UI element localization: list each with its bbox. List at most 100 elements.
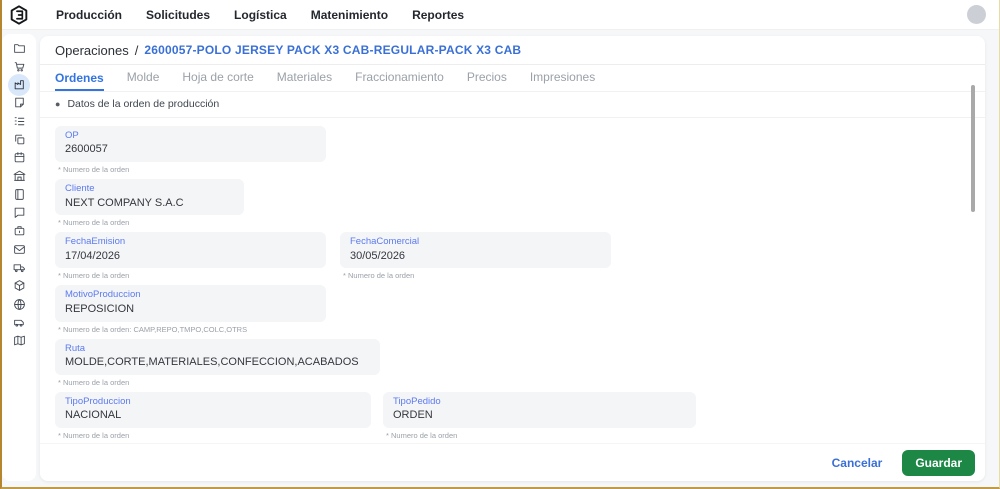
section-header: ● Datos de la orden de producción [40,92,985,118]
nav-item-reportes[interactable]: Reportes [412,8,464,22]
bullet-icon: ● [55,98,61,109]
sidebar-item-van[interactable] [8,313,31,331]
field-helper: * Numero de la orden [58,165,130,175]
sidebar-item-journal[interactable] [8,185,31,203]
sidebar-item-truck[interactable] [8,258,31,276]
sidebar-item-bank[interactable] [8,167,31,185]
cart-icon [13,60,26,73]
field-block-op: OP 2600057 * Numero de la orden [55,126,326,174]
field-block-fechacomercial: FechaComercial 30/05/2026 * Numero de la o… [340,232,611,280]
field-label: FechaEmision [65,236,126,248]
field-block-cliente: Cliente NEXT COMPANY S.A.C * Numero de la … [55,179,244,227]
message-icon [13,206,26,219]
scrollbar-thumb[interactable] [971,85,975,212]
save-button[interactable]: Guardar [902,449,975,476]
field-label: TipoPedido [393,395,441,407]
form-row: OP 2600057 * Numero de la orden [55,126,970,179]
sidebar-item-factory[interactable] [8,73,30,96]
field-motivoproduccion[interactable]: MotivoProduccion REPOSICION [55,285,326,322]
sidebar-item-mail[interactable] [8,240,31,258]
sidebar-item-note[interactable] [8,94,31,112]
breadcrumb-section[interactable]: Operaciones [55,43,129,58]
form-row: TipoProduccion NACIONAL * Numero de la ord… [55,391,970,445]
tab-ordenes[interactable]: Ordenes [55,71,104,91]
field-value: REPOSICION [65,302,135,315]
hexagon-logo-icon [9,4,29,25]
field-block-fechaemision: FechaEmision 17/04/2026 * Numero de la ord… [55,232,326,280]
section-title: Datos de la orden de producción [67,98,220,110]
nav-item-produccion[interactable]: Producción [56,8,122,22]
sidebar-item-cart[interactable] [8,57,31,75]
copy-icon [13,133,26,146]
tab-precios[interactable]: Precios [467,70,507,91]
truck-icon [13,261,26,274]
field-helper: * Numero de la orden [58,271,130,281]
user-avatar[interactable] [967,5,986,24]
field-value: 30/05/2026 [350,249,406,262]
folder-icon [13,42,26,55]
app-logo[interactable] [9,4,29,25]
nav-item-logistica[interactable]: Logística [234,8,287,22]
field-helper: * Numero de la orden [58,377,130,387]
field-block-tipopedido: TipoPedido ORDEN * Numero de la orden [383,391,696,440]
breadcrumb-separator: / [134,42,139,58]
sidebar-item-briefcase-lock[interactable] [8,222,31,240]
calendar-icon [13,151,26,164]
note-icon [13,96,26,109]
field-cliente[interactable]: Cliente NEXT COMPANY S.A.C [55,179,244,216]
nav-item-matenimiento[interactable]: Matenimiento [311,8,388,22]
field-value: NACIONAL [65,409,122,422]
breadcrumb-current-order[interactable]: 2600057-POLO JERSEY PACK X3 CAB-REGULAR-… [144,43,521,57]
breadcrumb: Operaciones / 2600057-POLO JERSEY PACK X… [40,36,985,65]
tab-hoja-de-corte[interactable]: Hoja de corte [182,70,253,91]
field-ruta[interactable]: Ruta MOLDE,CORTE,MATERIALES,CONFECCION,AC… [55,338,380,375]
field-op[interactable]: OP 2600057 [55,126,326,163]
globe-icon [13,298,26,311]
field-helper: * Numero de la orden [343,271,415,281]
sidebar [2,34,36,481]
sidebar-item-folder[interactable] [8,39,31,57]
factory-icon [13,78,26,91]
field-helper: * Numero de la orden [58,218,130,228]
field-value: NEXT COMPANY S.A.C [65,196,184,209]
field-fechaemision[interactable]: FechaEmision 17/04/2026 [55,232,326,269]
topbar: Producción Solicitudes Logística Matenimien… [0,0,1000,30]
field-block-motivoproduccion: MotivoProduccion REPOSICION * Numero de la… [55,285,326,334]
field-label: Ruta [65,342,86,354]
sidebar-item-globe[interactable] [8,295,31,313]
order-form: OP 2600057 * Numero de la orden Cliente NEXT… [40,118,985,481]
field-value: MOLDE,CORTE,MATERIALES,CONFECCION,ACABAD… [65,355,359,368]
nav-item-solicitudes[interactable]: Solicitudes [146,8,210,22]
van-icon [13,316,26,329]
field-value: 2600057 [65,143,108,156]
tab-molde[interactable]: Molde [127,70,160,91]
field-helper: * Numero de la orden [58,430,130,440]
sidebar-item-list-numbers[interactable] [8,112,31,130]
form-row: Cliente NEXT COMPANY S.A.C * Numero de la … [55,179,970,232]
form-row: MotivoProduccion REPOSICION * Numero de la… [55,285,970,338]
list-numbers-icon [13,115,26,128]
tab-impresiones[interactable]: Impresiones [530,70,595,91]
field-label: OP [65,130,79,141]
sidebar-item-message[interactable] [8,203,31,221]
tab-fraccionamiento[interactable]: Fraccionamiento [355,70,444,91]
sidebar-item-copy[interactable] [8,130,31,148]
field-tipoproduccion[interactable]: TipoProduccion NACIONAL [55,391,371,428]
form-row: FechaEmision 17/04/2026 * Numero de la ord… [55,232,970,285]
main-nav: Producción Solicitudes Logística Matenimien… [56,8,464,22]
field-helper: * Numero de la orden [386,430,458,440]
cancel-button[interactable]: Cancelar [832,456,883,470]
sidebar-item-map[interactable] [8,331,31,349]
form-footer: Cancelar Guardar [40,443,985,481]
field-value: ORDEN [393,409,433,422]
field-tipopedido[interactable]: TipoPedido ORDEN [383,391,696,428]
field-fechacomercial[interactable]: FechaComercial 30/05/2026 [340,232,611,269]
journal-icon [13,188,26,201]
package-icon [13,279,26,292]
field-helper: * Numero de la orden: CAMP,REPO,TMPO,COL… [58,324,248,334]
bank-icon [13,169,26,182]
sidebar-item-calendar[interactable] [8,148,31,166]
field-label: FechaComercial [350,236,420,248]
tab-materiales[interactable]: Materiales [277,70,332,91]
sidebar-item-package[interactable] [8,277,31,295]
